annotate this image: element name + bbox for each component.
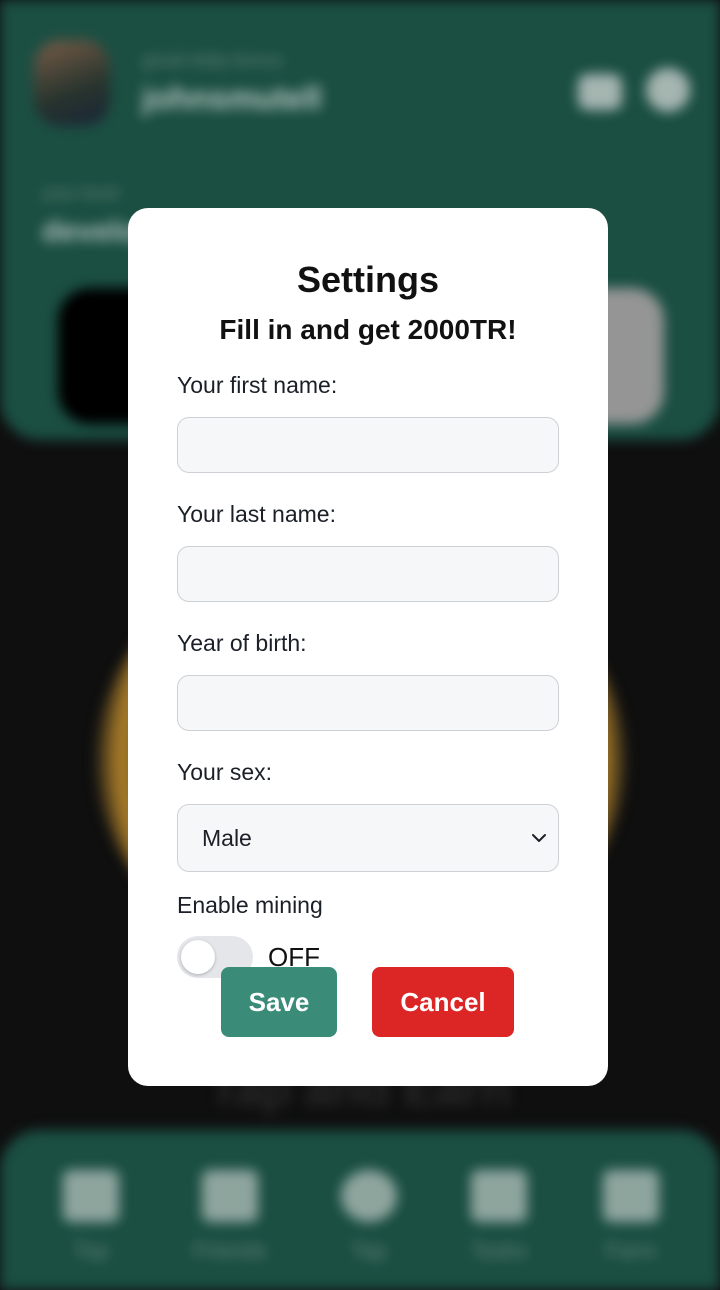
- sex-select-value: Male: [202, 825, 252, 851]
- last-name-input[interactable]: [177, 546, 559, 602]
- sex-label: Your sex:: [177, 759, 273, 785]
- birth-year-input[interactable]: [177, 675, 559, 731]
- cancel-button[interactable]: Cancel: [372, 967, 514, 1037]
- dialog-subtitle: Fill in and get 2000TR!: [219, 314, 517, 345]
- birth-year-label: Year of birth:: [177, 630, 307, 656]
- last-name-label: Your last name:: [177, 501, 336, 527]
- save-button[interactable]: Save: [221, 967, 337, 1037]
- dialog-title: Settings: [296, 259, 439, 300]
- chevron-down-icon: [532, 834, 546, 842]
- dialog-actions: Save Cancel: [128, 967, 608, 1037]
- first-name-label: Your first name:: [177, 372, 338, 398]
- sex-select[interactable]: Male: [177, 804, 559, 872]
- mining-label: Enable mining: [177, 892, 323, 918]
- settings-dialog: Settings Fill in and get 2000TR! Your fi…: [128, 208, 608, 1086]
- first-name-input[interactable]: [177, 417, 559, 473]
